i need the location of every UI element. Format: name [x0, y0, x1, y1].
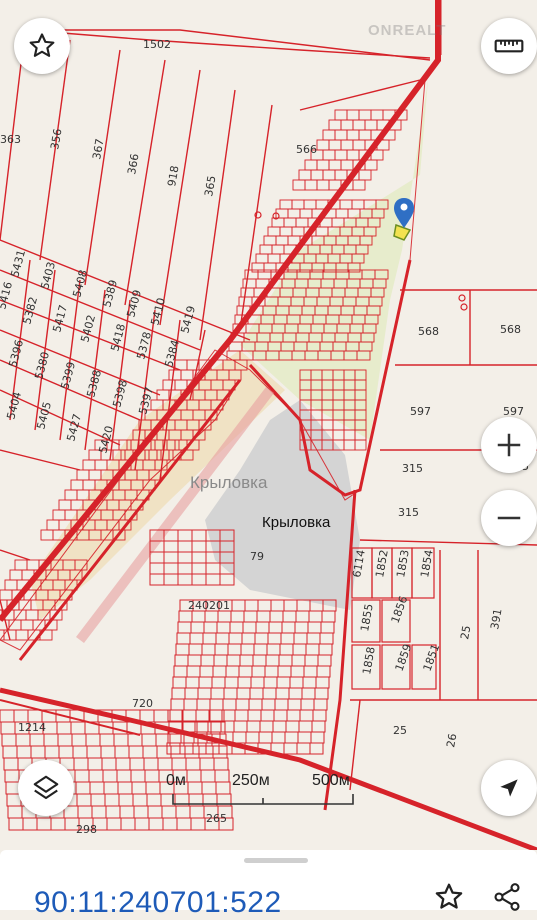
scale-label-0: 0м: [166, 772, 186, 789]
locate-button[interactable]: [481, 760, 537, 816]
share-button[interactable]: [490, 880, 524, 914]
parcel-label-p240201: 240201: [188, 599, 230, 612]
minus-icon: [497, 516, 521, 520]
parcel-label-p363: 363: [0, 133, 21, 146]
navigation-arrow-icon: [500, 779, 518, 797]
plus-icon: [497, 433, 521, 457]
parcel-label-p26: 26: [444, 732, 459, 748]
parcel-label-p315b: 315: [398, 506, 419, 519]
layers-icon: [33, 775, 59, 800]
watermark: ONREALT: [368, 22, 447, 39]
parcel-label-p25b: 25: [393, 724, 407, 737]
parcel-label-p265: 265: [206, 812, 227, 825]
bottom-sheet[interactable]: 90:11:240701:522: [0, 850, 537, 919]
star-outline-icon: [29, 33, 55, 57]
favorite-button[interactable]: [14, 18, 70, 74]
parcel-label-p315a: 315: [402, 462, 423, 475]
scale-label-250: 250м: [232, 772, 270, 789]
scale-label-500: 500м: [312, 772, 350, 789]
parcel-label-p568b: 568: [500, 323, 521, 336]
parcel-label-p298: 298: [76, 823, 97, 836]
parcel-label-p25a: 25: [458, 624, 473, 640]
zoom-out-button[interactable]: [481, 490, 537, 546]
parcel-label-p720: 720: [132, 697, 153, 710]
settlement-label-gray: Крыловка: [190, 473, 268, 492]
cadastral-number[interactable]: 90:11:240701:522: [34, 886, 282, 920]
favorite-action-button[interactable]: [432, 880, 466, 914]
parcel-label-p597a: 597: [410, 405, 431, 418]
zoom-in-button[interactable]: [481, 417, 537, 473]
star-outline-icon: [435, 883, 463, 909]
settlement-label: Крыловка: [262, 514, 331, 531]
share-icon: [494, 883, 520, 911]
parcel-label-p1502: 1502: [143, 38, 171, 51]
layers-button[interactable]: [18, 760, 74, 816]
cadastral-map[interactable]: 1502 363 356 367 366 918 365 566 5431 5403 5408 538…: [0, 0, 537, 853]
parcel-label-p568a: 568: [418, 325, 439, 338]
ruler-icon: [494, 39, 524, 53]
sheet-handle[interactable]: [244, 858, 308, 863]
parcel-label-p566: 566: [296, 143, 317, 156]
parcel-label-p79: 79: [250, 550, 264, 563]
parcel-label-p1214: 1214: [18, 721, 46, 734]
scale-bar: 0м 250м 500м: [166, 772, 360, 808]
scale-ruler: [172, 794, 354, 805]
measure-button[interactable]: [481, 18, 537, 74]
parcel-label-p597b: 597: [503, 405, 524, 418]
